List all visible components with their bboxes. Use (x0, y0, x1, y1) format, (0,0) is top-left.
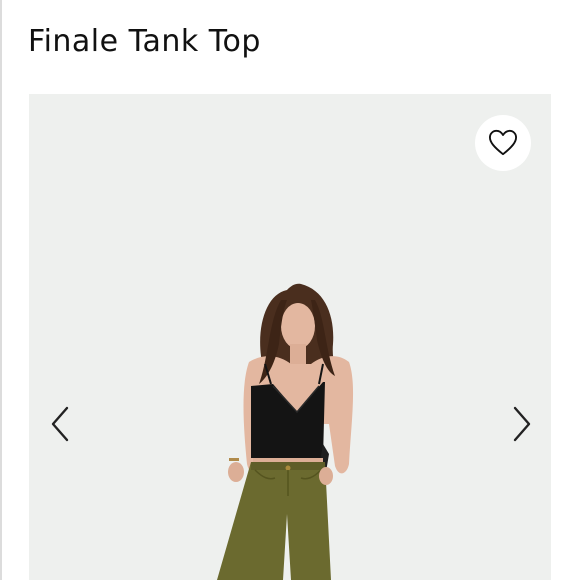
product-image-gallery[interactable] (29, 94, 551, 580)
like-button[interactable] (475, 115, 531, 171)
chevron-right-icon (513, 406, 531, 442)
page-title: Finale Tank Top (28, 24, 261, 59)
left-border (0, 0, 2, 580)
product-photo (29, 94, 551, 580)
next-image-button[interactable] (507, 404, 537, 444)
heart-outline-icon (489, 129, 517, 156)
previous-image-button[interactable] (45, 404, 75, 444)
chevron-left-icon (51, 406, 69, 442)
